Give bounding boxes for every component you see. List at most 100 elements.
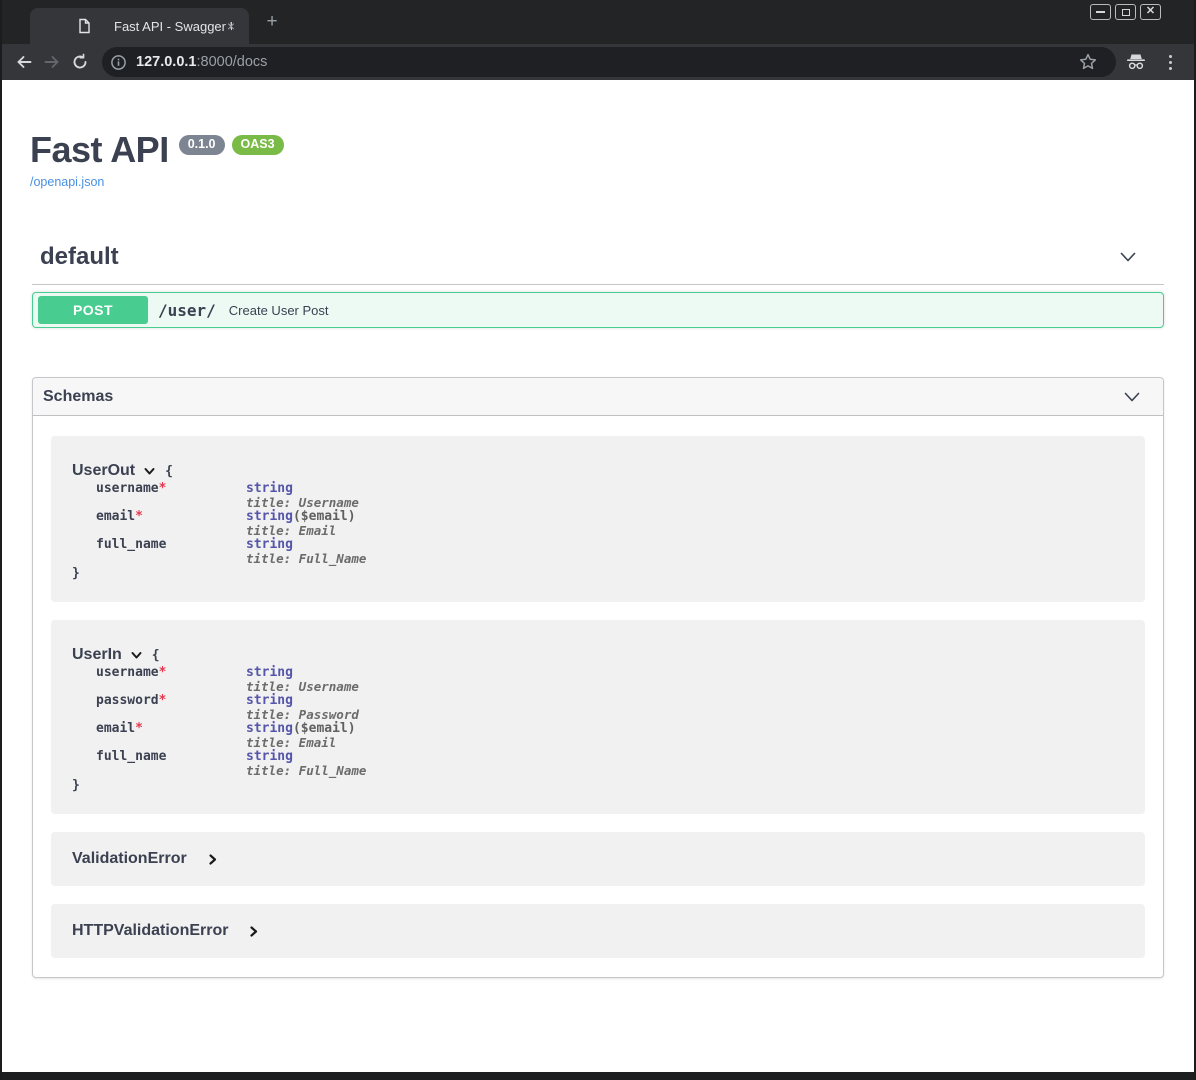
open-brace: {: [152, 648, 160, 663]
property-name: email: [96, 721, 135, 736]
model-httpvalidationerror[interactable]: HTTPValidationError: [51, 904, 1145, 958]
property-type: string($email): [246, 722, 366, 736]
new-tab-button[interactable]: +: [262, 12, 282, 32]
badges: 0.1.0 OAS3: [179, 135, 284, 155]
model-name: HTTPValidationError: [72, 922, 228, 940]
method-badge: POST: [38, 296, 148, 324]
tag-default-header[interactable]: default: [32, 243, 1164, 285]
property-row: email* string($email) title: Email: [96, 510, 366, 538]
property-type: string: [246, 750, 366, 764]
property-format: ($email): [293, 509, 356, 524]
toolbar-right: [1116, 52, 1180, 72]
window-titlebar: Fast API - Swagger UI × + ✕: [2, 0, 1194, 44]
model-collapse-button[interactable]: [143, 465, 156, 478]
property-name: email: [96, 509, 135, 524]
menu-button[interactable]: [1160, 52, 1180, 72]
property-title: title: Password: [246, 708, 366, 722]
model-userout: UserOut { username* string: [51, 436, 1145, 602]
open-brace: {: [165, 464, 173, 479]
url-text: 127.0.0.1:8000/docs: [136, 54, 267, 70]
property-title: title: Email: [246, 736, 366, 750]
reload-button[interactable]: [66, 48, 94, 76]
browser-window: Fast API - Swagger UI × + ✕: [0, 0, 1196, 1080]
property-name: full_name: [96, 749, 166, 764]
property-title: title: Username: [246, 680, 366, 694]
schemas-title: Schemas: [43, 388, 113, 406]
info-icon: [110, 54, 127, 71]
model-properties: username* string title: Username passwor…: [96, 666, 366, 778]
schemas-section: Schemas UserOut: [32, 377, 1164, 978]
model-userin: UserIn { username* string: [51, 620, 1145, 814]
close-button[interactable]: ✕: [1140, 4, 1161, 20]
property-row: email* string($email) title: Email: [96, 722, 366, 750]
window-controls: ✕: [1090, 4, 1161, 20]
kebab-menu-icon: [1169, 55, 1172, 58]
model-validationerror[interactable]: ValidationError: [51, 832, 1145, 886]
incognito-badge: [1124, 52, 1148, 72]
operation-path[interactable]: /user/: [158, 301, 216, 320]
close-icon: ✕: [1146, 6, 1155, 17]
chevron-down-icon: [1122, 387, 1142, 407]
reload-icon: [71, 53, 89, 71]
model-expand-button[interactable]: [247, 925, 260, 938]
maximize-button[interactable]: [1115, 4, 1136, 20]
property-format: ($email): [293, 721, 356, 736]
forward-arrow-icon: [43, 53, 61, 71]
property-name: username: [96, 481, 159, 496]
required-star: *: [159, 665, 167, 680]
maximize-icon: [1122, 9, 1130, 16]
chevron-right-icon: [247, 925, 260, 938]
property-name: password: [96, 693, 159, 708]
required-star: *: [159, 481, 167, 496]
minimize-button[interactable]: [1090, 4, 1111, 20]
property-type: string: [246, 538, 366, 552]
incognito-icon: [1125, 53, 1147, 71]
property-title: title: Username: [246, 496, 366, 510]
star-icon: [1078, 52, 1098, 72]
operation-summary: Create User Post: [229, 303, 329, 318]
property-type: string: [246, 482, 366, 496]
chevron-down-icon: [143, 465, 156, 478]
required-star: *: [135, 509, 143, 524]
api-info: Fast API 0.1.0 OAS3 /openapi.json: [4, 80, 1192, 191]
schemas-collapse-button[interactable]: [1122, 387, 1142, 407]
tag-collapse-button[interactable]: [1118, 247, 1138, 267]
property-row: username* string title: Username: [96, 666, 366, 694]
model-collapse-button[interactable]: [130, 649, 143, 662]
opblock-post-user[interactable]: POST /user/ Create User Post: [32, 292, 1164, 328]
property-title: title: Full_Name: [246, 552, 366, 566]
minimize-icon: [1096, 11, 1105, 13]
back-arrow-icon: [15, 53, 33, 71]
model-name: UserOut: [72, 462, 135, 480]
address-bar[interactable]: 127.0.0.1:8000/docs: [102, 47, 1116, 77]
tag-title: default: [40, 243, 119, 271]
url-path: :8000/docs: [196, 54, 267, 70]
schemas-body: UserOut { username* string: [33, 416, 1163, 977]
close-brace: }: [72, 566, 80, 581]
openapi-spec-link[interactable]: /openapi.json: [30, 175, 104, 189]
close-brace: }: [72, 778, 80, 793]
window-bottom-border: [2, 1072, 1194, 1080]
bookmark-button[interactable]: [1078, 52, 1098, 72]
site-info-button[interactable]: [110, 54, 127, 71]
page-title: Fast API: [30, 130, 169, 170]
document-icon: [76, 18, 92, 34]
back-button[interactable]: [10, 48, 38, 76]
property-type: string: [246, 666, 366, 680]
chevron-down-icon: [130, 649, 143, 662]
required-star: *: [159, 693, 167, 708]
property-row: username* string title: Username: [96, 482, 366, 510]
browser-tab[interactable]: Fast API - Swagger UI ×: [30, 8, 249, 44]
tab-close-button[interactable]: ×: [223, 18, 239, 34]
oas3-badge: OAS3: [232, 135, 284, 155]
model-name: UserIn: [72, 646, 122, 664]
forward-button[interactable]: [38, 48, 66, 76]
version-badge: 0.1.0: [179, 135, 225, 155]
model-expand-button[interactable]: [206, 853, 219, 866]
schemas-header[interactable]: Schemas: [33, 378, 1163, 416]
property-name: username: [96, 665, 159, 680]
chevron-down-icon: [1118, 247, 1138, 267]
url-host: 127.0.0.1: [136, 54, 196, 70]
property-row: full_name string title: Full_Name: [96, 750, 366, 778]
model-name: ValidationError: [72, 850, 187, 868]
